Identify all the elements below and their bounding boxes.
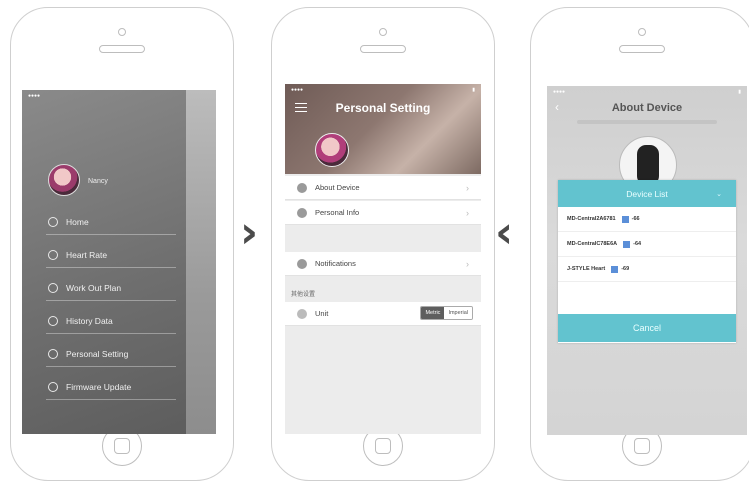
row-unit: Unit Metric Imperial xyxy=(285,302,481,326)
unit-segmented-control[interactable]: Metric Imperial xyxy=(420,306,473,320)
dialog-header: Device List ⌄ xyxy=(558,180,736,207)
camera xyxy=(118,28,126,36)
chevron-right-icon: › xyxy=(466,258,469,269)
chart-icon xyxy=(48,316,58,326)
unit-option-imperial[interactable]: Imperial xyxy=(444,307,472,319)
device-name: MD-Central2A6781 xyxy=(567,216,616,222)
heart-rate-icon xyxy=(48,250,58,260)
info-icon xyxy=(297,182,307,193)
chevron-right-icon: › xyxy=(466,182,469,193)
menu-item-work-out-plan[interactable]: Work Out Plan xyxy=(46,276,176,301)
page-title: Personal Setting xyxy=(335,101,431,115)
cancel-button[interactable]: Cancel xyxy=(558,314,736,342)
camera xyxy=(638,28,646,36)
menu-item-home[interactable]: Home xyxy=(46,210,176,235)
chevron-right-icon: › xyxy=(466,207,469,218)
menu-label: Personal Setting xyxy=(66,349,129,359)
menu-label: Home xyxy=(66,217,89,227)
speaker xyxy=(360,45,406,53)
device-name: J-STYLE Heart xyxy=(567,266,606,272)
row-label: Notifications xyxy=(315,259,356,268)
camera xyxy=(379,28,387,36)
device-rssi: -69 xyxy=(621,266,630,272)
row-notifications[interactable]: Notifications › xyxy=(285,252,481,276)
device-list-item[interactable]: MD-Central2A6781 -66 xyxy=(558,207,736,232)
page-title: About Device xyxy=(611,102,683,114)
menu-label: History Data xyxy=(66,316,113,326)
chevron-down-icon[interactable]: ⌄ xyxy=(716,190,722,198)
firmware-icon xyxy=(48,382,58,392)
runner-icon xyxy=(48,283,58,293)
menu-label: Work Out Plan xyxy=(66,283,122,293)
speaker-icon xyxy=(297,258,307,269)
row-label: Unit xyxy=(315,309,329,318)
row-about-device[interactable]: About Device › xyxy=(285,176,481,200)
settings-icon xyxy=(48,349,58,359)
avatar[interactable] xyxy=(48,164,80,196)
personal-setting-screen: ●●●● ▮ Personal Setting About Device › Pe… xyxy=(285,84,481,434)
section-label: 其他设置 xyxy=(291,292,316,298)
menu-item-personal-setting[interactable]: Personal Setting xyxy=(46,342,176,367)
about-device-screen: ●●●● ▮ ‹ About Device Device List ⌄ MD-Ce… xyxy=(547,86,747,435)
menu-item-history-data[interactable]: History Data xyxy=(46,309,176,334)
menu-label: Firmware Update xyxy=(66,382,132,392)
device-list-item[interactable]: MD-CentralC78E6A -64 xyxy=(558,232,736,257)
chevron-right-icon: › xyxy=(240,207,259,258)
dialog-title: Device List xyxy=(626,188,668,199)
speaker xyxy=(619,45,665,53)
signal-icon xyxy=(611,265,619,273)
row-label: About Device xyxy=(315,183,360,192)
username: Nancy xyxy=(88,178,108,185)
side-menu-screen: ●●●●▮ Nancy Home Heart Rate Work Out Pla… xyxy=(22,90,216,434)
device-rssi: -66 xyxy=(631,216,640,222)
menu-item-heart-rate[interactable]: Heart Rate xyxy=(46,243,176,268)
subtitle-placeholder xyxy=(577,120,717,124)
unit-icon xyxy=(297,308,307,319)
device-name: MD-CentralC78E6A xyxy=(567,241,618,247)
row-personal-info[interactable]: Personal Info › xyxy=(285,201,481,225)
background-content xyxy=(186,90,216,434)
unit-option-metric[interactable]: Metric xyxy=(421,307,445,319)
signal-icon xyxy=(623,240,631,248)
chevron-left-icon: ‹ xyxy=(495,207,514,258)
device-list-item[interactable]: J-STYLE Heart -69 xyxy=(558,257,736,282)
menu-label: Heart Rate xyxy=(66,250,108,260)
menu-item-firmware-update[interactable]: Firmware Update xyxy=(46,375,176,400)
signal-icon xyxy=(621,215,629,223)
avatar[interactable] xyxy=(315,133,349,167)
header-image xyxy=(285,84,481,174)
home-icon xyxy=(48,217,58,227)
speaker xyxy=(99,45,145,53)
person-icon xyxy=(297,207,307,218)
status-bar: ●●●●▮ xyxy=(553,89,741,95)
device-rssi: -64 xyxy=(633,241,642,247)
status-bar: ●●●●▮ xyxy=(291,87,475,93)
row-label: Personal Info xyxy=(315,208,360,217)
